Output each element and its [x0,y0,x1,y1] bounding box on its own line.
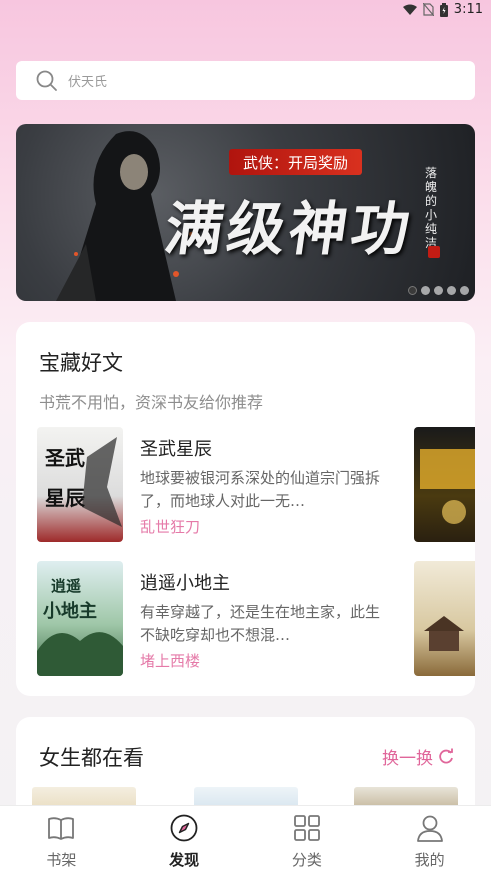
cover-art [424,616,464,651]
grid-icon [293,815,320,841]
recommend-card: 宝藏好文 书荒不用怕，资深书友给你推荐 圣武 星辰 圣武星辰 地球要被银河系深处… [16,322,475,696]
cover-title-glyph: 星辰 [45,486,86,510]
nav-label: 书架 [46,851,77,869]
banner-pagination [408,286,469,295]
compass-icon [170,814,198,842]
promo-banner[interactable]: 武侠：开局奖励 满级神功 落魄的小纯洁 [16,124,475,301]
book-icon [48,817,75,840]
banner-tag: 武侠：开局奖励 [229,149,363,175]
banner-author: 落魄的小纯洁 [425,166,438,250]
cover-art [420,449,475,524]
pagination-dot[interactable] [408,286,417,295]
pagination-dot[interactable] [460,286,469,295]
book-title: 逍遥小地主 [140,573,230,594]
wifi-icon [402,4,417,15]
book-title: 圣武星辰 [140,439,212,460]
cover-title-glyph: 圣武 [45,446,85,470]
nav-label: 发现 [169,851,200,869]
book-cover-peek[interactable] [414,561,475,676]
book-cover: 逍遥 小地主 [37,561,123,676]
status-icons: 3:11 [402,2,483,17]
book-item[interactable]: 圣武 星辰 圣武星辰 地球要被银河系深处的仙道宗门强拆了，而地球人对此一无… 乱… [37,427,417,542]
search-icon [36,70,57,91]
search-placeholder: 伏天氏 [68,75,108,90]
status-time: 3:11 [453,2,483,17]
book-author[interactable]: 乱世狂刀 [140,516,200,537]
nav-item-discover[interactable]: 发现 [123,806,246,872]
search-bar[interactable]: 伏天氏 [16,61,475,100]
book-description: 地球要被银河系深处的仙道宗门强拆了，而地球人对此一无… [140,469,381,510]
nav-item-bookshelf[interactable]: 书架 [0,806,123,872]
section-subtitle: 书荒不用怕，资深书友给你推荐 [39,393,264,412]
book-cover-peek[interactable] [414,427,475,542]
nav-item-category[interactable]: 分类 [246,806,369,872]
no-sim-icon [422,3,434,16]
status-bar: 3:11 [0,0,491,20]
pagination-dot[interactable] [434,286,443,295]
refresh-label: 换一换 [382,749,433,769]
pagination-dot[interactable] [421,286,430,295]
refresh-button[interactable]: 换一换 [382,744,455,769]
book-cover: 圣武 星辰 [37,427,123,542]
book-author[interactable]: 堵上西楼 [140,650,200,671]
pagination-dot[interactable] [447,286,456,295]
cover-title-glyph: 逍遥 [51,577,81,595]
banner-title: 满级神功 [160,195,419,263]
nav-label: 我的 [414,851,445,869]
section-title: 宝藏好文 [39,351,123,375]
battery-icon [439,2,448,17]
cover-title-glyph: 小地主 [43,600,97,622]
refresh-icon [439,748,453,763]
bottom-nav: 书架 发现 分类 我的 [0,805,491,872]
book-item[interactable]: 逍遥 小地主 逍遥小地主 有幸穿越了，还是生在地主家，此生不缺吃穿却也不想混… … [37,561,417,676]
section-title: 女生都在看 [39,746,144,770]
nav-item-profile[interactable]: 我的 [368,806,491,872]
person-icon [416,815,443,842]
banner-seal [428,246,440,258]
nav-label: 分类 [291,851,322,869]
cover-art: 逍遥 小地主 [37,577,123,676]
cover-art: 圣武 星辰 [45,437,122,527]
book-description: 有幸穿越了，还是生在地主家，此生不缺吃穿却也不想混… [140,603,381,644]
